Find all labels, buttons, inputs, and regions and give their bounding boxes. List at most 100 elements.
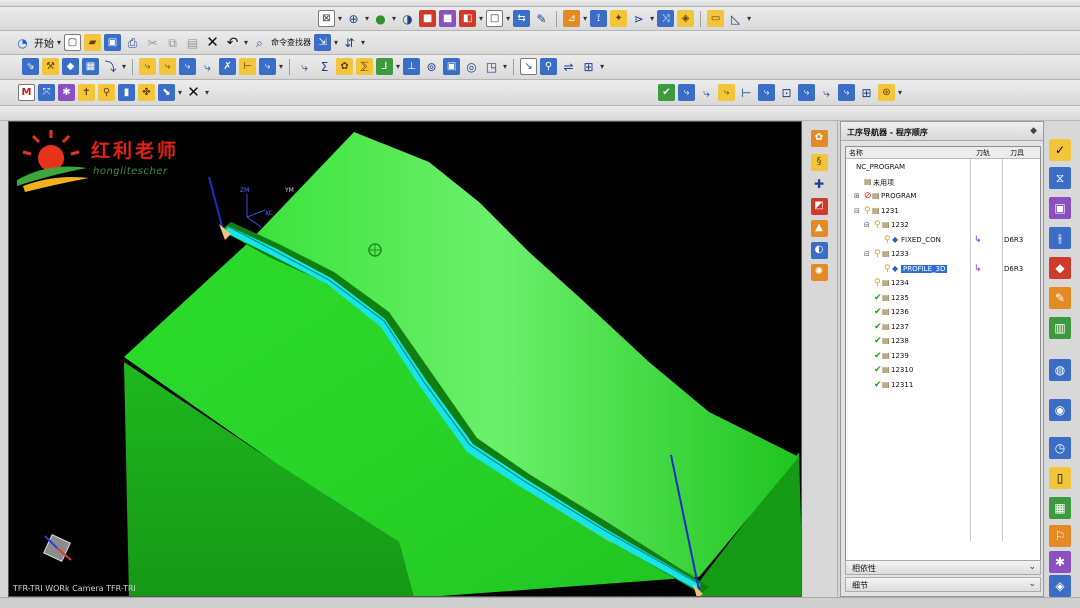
path-tool-f-icon[interactable]: ⊡ [778,84,795,101]
new-file-icon[interactable]: ▢ [64,34,82,51]
sphere-icon[interactable]: ● [372,10,389,27]
command-finder-icon[interactable]: ⌕ [251,34,268,51]
command-finder-label[interactable]: 命令查找器 [271,37,311,48]
dropdown-icon[interactable]: ▾ [365,14,369,23]
dropdown-icon[interactable]: ▾ [898,88,902,97]
analysis-icon[interactable]: ⟟ [590,10,608,27]
collapse-icon[interactable]: ⊟ [854,207,860,215]
dropdown-icon[interactable]: ▾ [396,62,400,71]
print-icon[interactable]: ⎙ [124,34,141,51]
filter-icon[interactable]: ⇵ [341,34,358,51]
cube-purple-icon[interactable]: ■ [439,10,457,27]
machine-library-icon[interactable]: ⧖ [1049,167,1071,189]
dropdown-icon[interactable]: ▾ [600,62,604,71]
roles-icon[interactable]: ⚐ [1049,525,1071,547]
copy-icon[interactable]: ⧉ [164,34,181,51]
checkmark-icon[interactable]: ✔ [658,84,675,101]
list-path-icon[interactable]: ⤷ [179,58,197,75]
dropdown-icon[interactable]: ▾ [506,14,510,23]
constraint-icon[interactable]: ✚ [808,173,830,195]
lock-icon[interactable]: ▮ [118,84,135,101]
ruler-icon[interactable]: ▭ [707,10,725,27]
save-icon[interactable]: ▣ [104,34,122,51]
column-name[interactable]: 名称 [849,148,863,158]
graphics-viewport[interactable]: ZM YM XC 红利老师 honglitescher TFR-TRI WORk… [8,121,802,597]
create-operation-icon[interactable]: ⤵ [102,58,119,75]
pointer-tool-icon[interactable]: ↘ [520,58,538,75]
dropdown-icon[interactable]: ▾ [392,14,396,23]
tree-icon[interactable]: ⚲ [540,58,558,75]
pin-icon[interactable]: ◆ [1030,126,1037,136]
dropdown-icon[interactable]: ▾ [650,14,654,23]
gouge-check-icon[interactable]: ◳ [483,58,500,75]
column-tool-change[interactable]: 刀轨 [976,148,990,158]
operation-navigator-icon[interactable]: ✿ [808,127,830,149]
tool-library-icon[interactable]: ✓ [1049,139,1071,161]
details-panel[interactable]: 细节 ⌄ [845,577,1041,592]
selection-icon[interactable]: ⇲ [314,34,332,51]
path-tool-b-icon[interactable]: ⤷ [698,84,715,101]
path-tool-j-icon[interactable]: ⊞ [858,84,875,101]
path-tool-e-icon[interactable]: ⤷ [758,84,775,101]
tree-row[interactable]: ⊞ ⊘ ▤ PROGRAM [846,190,1040,204]
display-path-icon[interactable]: ◎ [463,58,480,75]
tree-row[interactable]: ✔ ▤ 1238 [846,335,1040,349]
geometry-view-icon[interactable]: ✿ [336,58,354,75]
probe-icon[interactable]: ⚲ [98,84,115,101]
web-browser-icon[interactable]: ◉ [1049,399,1071,421]
assign-icon[interactable]: ⬊ [158,84,175,101]
collapse-icon[interactable]: ⊟ [864,250,870,258]
path-tool-d-icon[interactable]: ⊢ [738,84,755,101]
tree-row[interactable]: ✔ ▤ 1237 [846,321,1040,335]
machine-view-icon[interactable]: Σ [316,58,333,75]
path-tool-i-icon[interactable]: ⤷ [838,84,855,101]
dropdown-icon[interactable]: ▾ [57,38,61,47]
dropdown-icon[interactable]: ▾ [279,62,283,71]
start-menu-label[interactable]: 开始 [34,35,54,50]
tree-row[interactable]: ✔ ▤ 12311 [846,379,1040,393]
path-tool-a-icon[interactable]: ⤷ [678,84,695,101]
display-icon[interactable]: ✎ [533,10,550,27]
dropdown-icon[interactable]: ▾ [338,14,342,23]
info-icon[interactable]: ✦ [610,10,628,27]
open-folder-icon[interactable]: ▰ [84,34,102,51]
measure-icon[interactable]: ⊿ [563,10,581,27]
dropdown-icon[interactable]: ▾ [178,88,182,97]
method-view-icon[interactable]: ⅀ [356,58,374,75]
dropdown-icon[interactable]: ▾ [479,14,483,23]
path-tool-h-icon[interactable]: ⤷ [818,84,835,101]
reuse-library-icon[interactable]: ▲ [808,217,830,239]
create-program-icon[interactable]: ⇘ [22,58,39,75]
merge-icon[interactable]: ⤧ [38,84,55,101]
fit-view-icon[interactable]: ⊠ [318,10,335,27]
tool-holder-icon[interactable]: ✝ [78,84,95,101]
cube-red-icon[interactable]: ■ [419,10,437,27]
palette-icon[interactable]: ✱ [1049,551,1071,573]
path-tool-g-icon[interactable]: ⤷ [798,84,815,101]
simulate-icon[interactable]: ✗ [219,58,237,75]
tree-row[interactable]: ⚲ ▤ 1234 [846,277,1040,291]
visualization-icon[interactable]: ◈ [1049,575,1071,597]
operation-tree[interactable]: 名称 刀轨 刀具 NC_PROGRAM ▤ 未用项 ⊞ ⊘ ▤ PROGRAM ⊟ ⚲ ▤ 1231… [845,146,1041,572]
tool-assembly-icon[interactable]: ⫲ [1049,227,1071,249]
background-icon[interactable]: □ [486,10,504,27]
cutter-icon[interactable]: ⊥ [403,58,421,75]
create-geometry-icon[interactable]: ◆ [62,58,79,75]
undo-icon[interactable]: ↶ [224,34,241,51]
tree-row[interactable]: ✔ ▤ 1239 [846,350,1040,364]
tree-row[interactable]: NC_PROGRAM [846,161,1040,175]
tree-row[interactable]: ✔ ▤ 1236 [846,306,1040,320]
postprocess-icon[interactable]: ⊢ [239,58,257,75]
chevron-down-icon[interactable]: ⌄ [1028,562,1036,572]
dropdown-icon[interactable]: ▾ [205,88,209,97]
program-view-icon[interactable]: ⤷ [296,58,313,75]
shop-doc-icon[interactable]: ⤷ [259,58,277,75]
compare-icon[interactable]: ⇌ [560,58,577,75]
dropdown-icon[interactable]: ▾ [361,38,365,47]
create-method-icon[interactable]: ▦ [82,58,99,75]
dropdown-icon[interactable]: ▾ [122,62,126,71]
tree-row[interactable]: ⚲ ◆ PROFILE_3D ↳ D6R3 [846,263,1040,277]
tree-row[interactable]: ✔ ▤ 1235 [846,292,1040,306]
column-tool[interactable]: 刀具 [1010,148,1024,158]
assembly-navigator-icon[interactable]: § [808,151,830,173]
